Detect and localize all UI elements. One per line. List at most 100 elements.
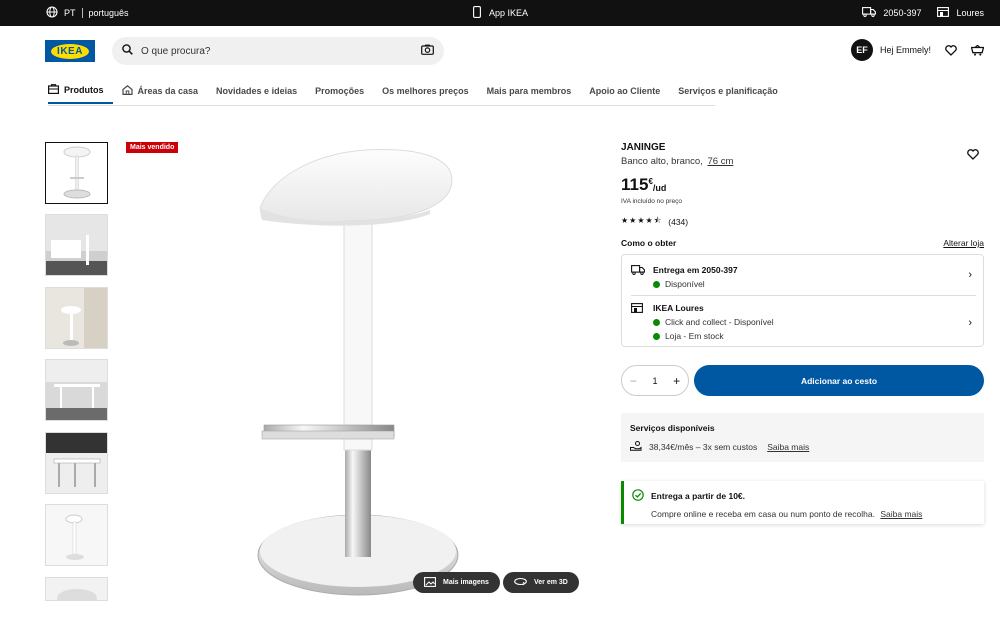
heart-icon[interactable] (945, 43, 957, 61)
notice-learn-more-link[interactable]: Saiba mais (880, 509, 922, 519)
delivery-divider (631, 295, 976, 296)
truck-icon (631, 265, 645, 277)
product-description: Banco alto, branco, 76 cm (621, 156, 985, 167)
chevron-right-icon: › (968, 269, 972, 281)
store-selector[interactable]: Loures (937, 7, 984, 19)
thumbnail-2[interactable] (45, 214, 108, 276)
thumbnail-6[interactable] (45, 504, 108, 566)
home-delivery-option[interactable]: Entrega em 2050-397 Disponível › (631, 265, 976, 289)
notice-text: Compre online e receba em casa ou num po… (651, 509, 875, 519)
camera-icon[interactable] (421, 44, 434, 58)
add-to-cart-button[interactable]: Adicionar ao cesto (694, 365, 984, 396)
home-delivery-title: Entrega em 2050-397 (653, 265, 738, 275)
postcode-selector[interactable]: 2050-397 (862, 7, 921, 19)
language-name: português (88, 8, 129, 18)
store-title: IKEA Loures (653, 303, 704, 313)
tab-apoio-cliente[interactable]: Apoio ao Cliente (580, 78, 669, 104)
description-text: Banco alto, branco, (621, 156, 703, 167)
delivery-notice: Entrega a partir de 10€. Compre online e… (621, 481, 984, 524)
product-main-image[interactable] (240, 140, 480, 600)
favourite-heart-icon[interactable] (967, 147, 979, 165)
app-link[interactable]: App IKEA (473, 0, 528, 26)
size-link[interactable]: 76 cm (708, 156, 734, 167)
product-rating[interactable]: ★★★★⯪ (434) (621, 215, 985, 229)
tab-label: Serviços e planificação (678, 86, 778, 96)
search-input[interactable]: O que procura? (141, 46, 421, 57)
app-label: App IKEA (489, 8, 529, 18)
quantity-value[interactable]: 1 (652, 376, 657, 386)
view-3d-label: Ver em 3D (534, 579, 568, 586)
postcode-label: 2050-397 (883, 8, 922, 18)
store-status-2-text: Loja - Em stock (665, 331, 724, 341)
price-unit: /ud (652, 183, 667, 193)
user-account[interactable]: EF Hej Emmely! (851, 39, 931, 61)
chevron-right-icon: › (968, 317, 972, 329)
tab-label: Novidades e ideias (216, 86, 298, 96)
tab-novidades[interactable]: Novidades e ideias (207, 78, 306, 104)
logo-text: IKEA (51, 43, 89, 59)
bestseller-badge: Mais vendido (126, 142, 179, 153)
rotate-3d-icon (514, 577, 527, 588)
view-3d-button[interactable]: Ver em 3D (503, 572, 579, 593)
tab-servicos[interactable]: Serviços e planificação (669, 78, 787, 104)
search-icon (122, 44, 133, 58)
tab-label: Produtos (64, 85, 104, 95)
main-header: IKEA O que procura? EF Hej Emmely! (0, 26, 1000, 76)
store-status-1-text: Click and collect - Disponível (665, 317, 774, 327)
tab-label: Apoio ao Cliente (589, 86, 661, 96)
delivery-options: Entrega em 2050-397 Disponível › IKEA Lo… (621, 254, 984, 347)
tab-promocoes[interactable]: Promoções (306, 78, 373, 104)
store-label: Loures (956, 8, 984, 18)
store-icon (937, 7, 950, 19)
store-pickup-option[interactable]: IKEA Loures Click and collect - Disponív… (631, 303, 976, 341)
product-info: JANINGE Banco alto, branco, 76 cm 115 € … (621, 142, 985, 229)
vat-note: IVA incluído no preço (621, 198, 682, 205)
decrease-quantity-button[interactable]: − (630, 374, 637, 388)
store-status-collect: Click and collect - Disponível (653, 317, 976, 327)
products-icon (48, 84, 60, 96)
language-selector[interactable]: PT português (46, 0, 129, 26)
tab-membros[interactable]: Mais para membros (478, 78, 581, 104)
financing-learn-more-link[interactable]: Saiba mais (767, 442, 809, 452)
gallery-icon (424, 576, 436, 589)
tab-produtos[interactable]: Produtos (48, 78, 113, 104)
more-images-label: Mais imagens (443, 579, 489, 586)
home-delivery-status: Disponível (653, 279, 976, 289)
in-stock-dot-icon (653, 332, 660, 340)
thumbnail-1[interactable] (45, 142, 108, 204)
product-price: 115 € /ud (621, 175, 985, 195)
price-whole: 115 (621, 175, 649, 194)
available-dot-icon (653, 280, 660, 288)
truck-icon (862, 7, 877, 19)
thumbnail-5[interactable] (45, 432, 108, 494)
check-circle-icon (632, 489, 644, 503)
thumbnail-7[interactable] (45, 577, 108, 601)
tab-label: Mais para membros (486, 86, 572, 96)
tab-label: Áreas da casa (137, 86, 199, 96)
how-to-get-title: Como o obter (621, 238, 677, 248)
financing-row: 38,34€/mês – 3x sem custos Saiba mais (630, 441, 975, 453)
thumbnail-3[interactable] (45, 287, 108, 349)
cart-icon[interactable] (970, 43, 985, 61)
store-icon (631, 303, 643, 315)
phone-icon (473, 6, 481, 20)
change-store-link[interactable]: Alterar loja (943, 238, 984, 248)
increase-quantity-button[interactable]: + (673, 374, 680, 388)
avatar: EF (851, 39, 873, 61)
search-bar[interactable]: O que procura? (112, 37, 444, 65)
quantity-stepper: − 1 + (621, 365, 689, 396)
tab-label: Os melhores preços (382, 86, 469, 96)
ikea-logo[interactable]: IKEA (45, 40, 95, 62)
how-to-get-header: Como o obter Alterar loja (621, 238, 984, 248)
tab-areas-da-casa[interactable]: Áreas da casa (113, 78, 208, 104)
language-separator (81, 8, 83, 18)
main-navigation: Produtos Áreas da casa Novidades e ideia… (48, 78, 787, 106)
top-bar: PT português App IKEA 2050-397 Loures (0, 0, 1000, 26)
tab-melhores-precos[interactable]: Os melhores preços (373, 78, 478, 104)
notice-title: Entrega a partir de 10€. (651, 491, 746, 501)
product-name: JANINGE (621, 142, 666, 153)
home-icon (121, 85, 133, 97)
more-images-button[interactable]: Mais imagens (413, 572, 500, 593)
available-dot-icon (653, 318, 660, 326)
thumbnail-4[interactable] (45, 359, 108, 421)
